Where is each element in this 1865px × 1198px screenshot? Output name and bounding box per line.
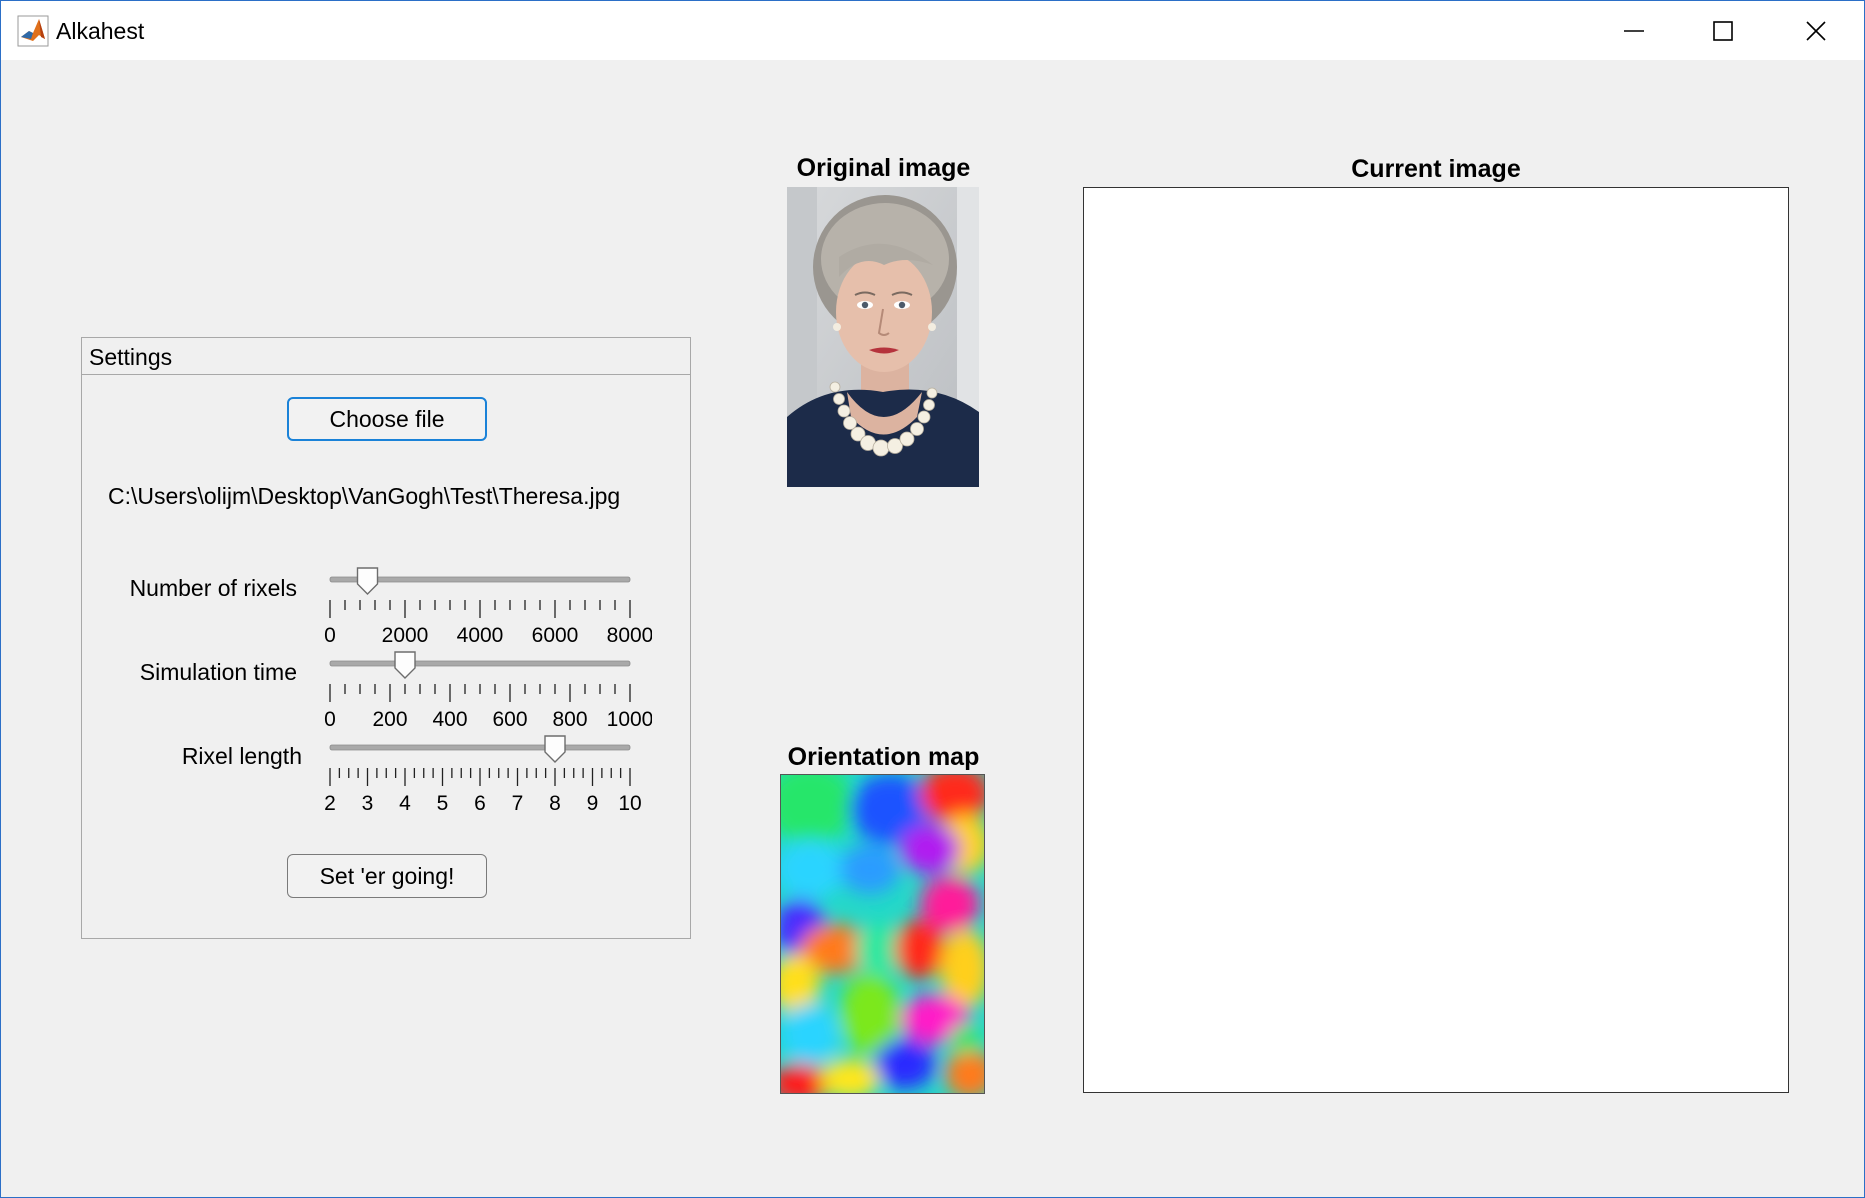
slider-tick-label: 6000 — [532, 624, 579, 647]
slider-thumb[interactable] — [544, 735, 566, 763]
slider-track[interactable] — [329, 660, 631, 667]
slider-tick-label: 7 — [512, 792, 524, 815]
slider-tick-label: 1000 — [607, 708, 652, 731]
run-button[interactable]: Set 'er going! — [287, 854, 487, 898]
current-image-axes — [1083, 187, 1789, 1093]
simulation-time-slider[interactable]: 0 200 400 600 800 1000 — [322, 650, 652, 745]
slider-tick-label: 200 — [372, 708, 407, 731]
minimize-icon — [1624, 29, 1644, 32]
title-bar: Alkahest — [1, 1, 1864, 60]
rixel-length-slider[interactable]: 2 3 4 5 6 7 8 9 10 — [322, 734, 652, 829]
slider-tick-label: 600 — [492, 708, 527, 731]
settings-panel-title: Settings — [89, 344, 173, 370]
slider-tick-label: 2 — [324, 792, 336, 815]
slider-tick-label: 8 — [549, 792, 561, 815]
slider-tick-label: 400 — [432, 708, 467, 731]
orientation-map-title: Orientation map — [787, 743, 980, 771]
original-image — [787, 187, 979, 487]
slider-tick-label: 4000 — [457, 624, 504, 647]
slider-thumb[interactable] — [394, 651, 416, 679]
slider-tick-label: 2000 — [382, 624, 429, 647]
rixels-slider[interactable]: 0 2000 4000 6000 8000 — [322, 566, 652, 661]
window-title: Alkahest — [56, 18, 145, 44]
minimize-button[interactable] — [1589, 1, 1679, 60]
slider-tick-label: 8000 — [607, 624, 652, 647]
current-image-title: Current image — [1351, 155, 1521, 183]
settings-panel: Settings Choose file C:\Users\olijm\Desk… — [81, 337, 691, 939]
maximize-icon — [1713, 20, 1733, 41]
slider-thumb[interactable] — [356, 567, 379, 595]
slider-track[interactable] — [329, 744, 631, 751]
panel-divider — [82, 374, 690, 375]
simulation-time-slider-label: Simulation time — [139, 659, 297, 685]
slider-tick-label: 0 — [324, 708, 336, 731]
slider-tick-label: 5 — [437, 792, 449, 815]
file-path-text: C:\Users\olijm\Desktop\VanGogh\Test\Ther… — [108, 483, 621, 509]
slider-tick-label: 800 — [552, 708, 587, 731]
choose-file-button[interactable]: Choose file — [287, 397, 487, 441]
slider-tick-label: 4 — [399, 792, 411, 815]
rixel-length-slider-label: Rixel length — [181, 743, 302, 769]
rixels-slider-label: Number of rixels — [129, 575, 297, 601]
app-window: Alkahest Settings Choose file C:\Users\o… — [0, 0, 1865, 1198]
matlab-logo-icon — [17, 15, 49, 47]
slider-tick-label: 0 — [324, 624, 336, 647]
close-icon — [1806, 20, 1826, 41]
slider-tick-label: 10 — [618, 792, 641, 815]
original-image-title: Original image — [796, 154, 971, 182]
orientation-map — [780, 774, 985, 1094]
slider-tick-label: 6 — [474, 792, 486, 815]
close-button[interactable] — [1771, 1, 1861, 60]
maximize-button[interactable] — [1678, 1, 1768, 60]
slider-tick-label: 9 — [587, 792, 599, 815]
slider-tick-label: 3 — [362, 792, 374, 815]
